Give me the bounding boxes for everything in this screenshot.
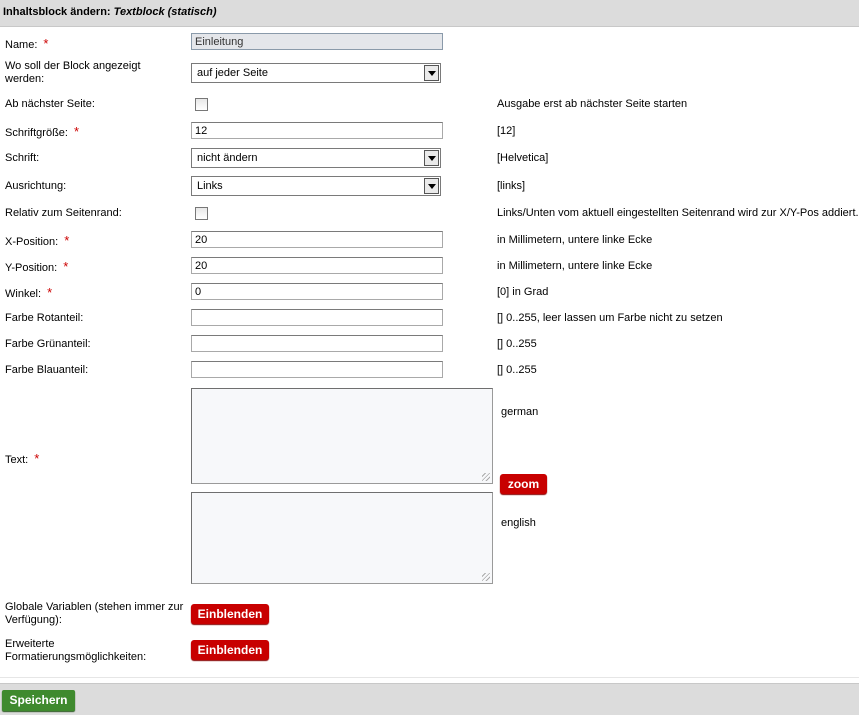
text-german-lang-label: german [501,406,539,418]
color-green-input[interactable] [191,335,443,352]
font-select-value: nicht ändern [197,152,258,164]
y-position-label: Y-Position: * [5,259,69,274]
font-hint: [Helvetica] [497,152,549,164]
global-variables-label: Globale Variablen (stehen immer zur Verf… [5,601,184,626]
form-title-type: Textblock (statisch) [113,6,217,18]
show-formatting-button[interactable]: Einblenden [191,640,269,660]
required-marker: * [47,285,53,300]
color-red-hint: [] 0..255, leer lassen um Farbe nicht zu… [497,312,723,324]
color-blue-hint: [] 0..255 [497,364,537,376]
divider [0,677,859,678]
angle-hint: [0] in Grad [497,286,549,298]
required-marker: * [43,36,49,51]
angle-input[interactable] [191,283,443,300]
form-footer: Speichern [0,683,859,715]
from-next-page-hint: Ausgabe erst ab nächster Seite starten [497,98,688,110]
zoom-button[interactable]: zoom [500,474,547,494]
resize-grip-icon[interactable] [482,573,490,581]
resize-grip-icon[interactable] [482,473,490,481]
font-label: Schrift: [5,152,40,164]
color-blue-input[interactable] [191,361,443,378]
required-marker: * [63,259,69,274]
required-marker: * [73,124,80,139]
x-position-input[interactable] [191,231,443,248]
align-label: Ausrichtung: [5,180,67,192]
name-input[interactable] [191,33,443,50]
align-select[interactable]: Links [191,176,441,196]
display-select[interactable]: auf jeder Seite [191,63,441,83]
color-red-label: Farbe Rotanteil: [5,312,84,324]
from-next-page-label: Ab nächster Seite: [5,98,95,110]
angle-label: Winkel: * [5,285,53,300]
color-green-hint: [] 0..255 [497,338,537,350]
form-title: Inhaltsblock ändern: Textblock (statisch… [3,6,217,18]
x-position-label: X-Position: * [5,233,70,248]
font-size-hint: [12] [497,125,516,137]
y-position-input[interactable] [191,257,443,274]
font-select[interactable]: nicht ändern [191,148,441,168]
chevron-down-icon[interactable] [424,65,439,81]
relative-margin-hint: Links/Unten vom aktuell eingestellten Se… [497,207,859,219]
font-size-input[interactable] [191,122,443,139]
form-title-prefix: Inhaltsblock ändern: [3,6,111,18]
from-next-page-checkbox[interactable] [195,98,208,111]
chevron-down-icon[interactable] [424,178,439,194]
show-globals-button[interactable]: Einblenden [191,604,269,624]
text-english-lang-label: english [501,517,536,529]
color-green-label: Farbe Grünanteil: [5,338,91,350]
display-select-value: auf jeder Seite [197,67,268,79]
x-position-hint: in Millimetern, untere linke Ecke [497,234,653,246]
relative-margin-label: Relativ zum Seitenrand: [5,207,122,219]
chevron-down-icon[interactable] [424,150,439,166]
form-header: Inhaltsblock ändern: Textblock (statisch… [0,0,859,27]
align-hint: [links] [497,180,526,192]
align-select-value: Links [197,180,223,192]
save-button[interactable]: Speichern [2,690,75,711]
font-size-label: Schriftgröße: * [5,124,80,139]
display-label: Wo soll der Block angezeigt werden: [5,60,141,85]
name-label: Name: * [5,36,49,51]
relative-margin-checkbox[interactable] [195,207,208,220]
required-marker: * [34,451,40,466]
text-label: Text: * [5,451,40,466]
required-marker: * [64,233,70,248]
formatting-options-label: Erweiterte Formatierungsmöglichkeiten: [5,638,147,663]
text-german-textarea[interactable] [191,388,493,484]
color-red-input[interactable] [191,309,443,326]
text-english-textarea[interactable] [191,492,493,584]
color-blue-label: Farbe Blauanteil: [5,364,89,376]
y-position-hint: in Millimetern, untere linke Ecke [497,260,653,272]
